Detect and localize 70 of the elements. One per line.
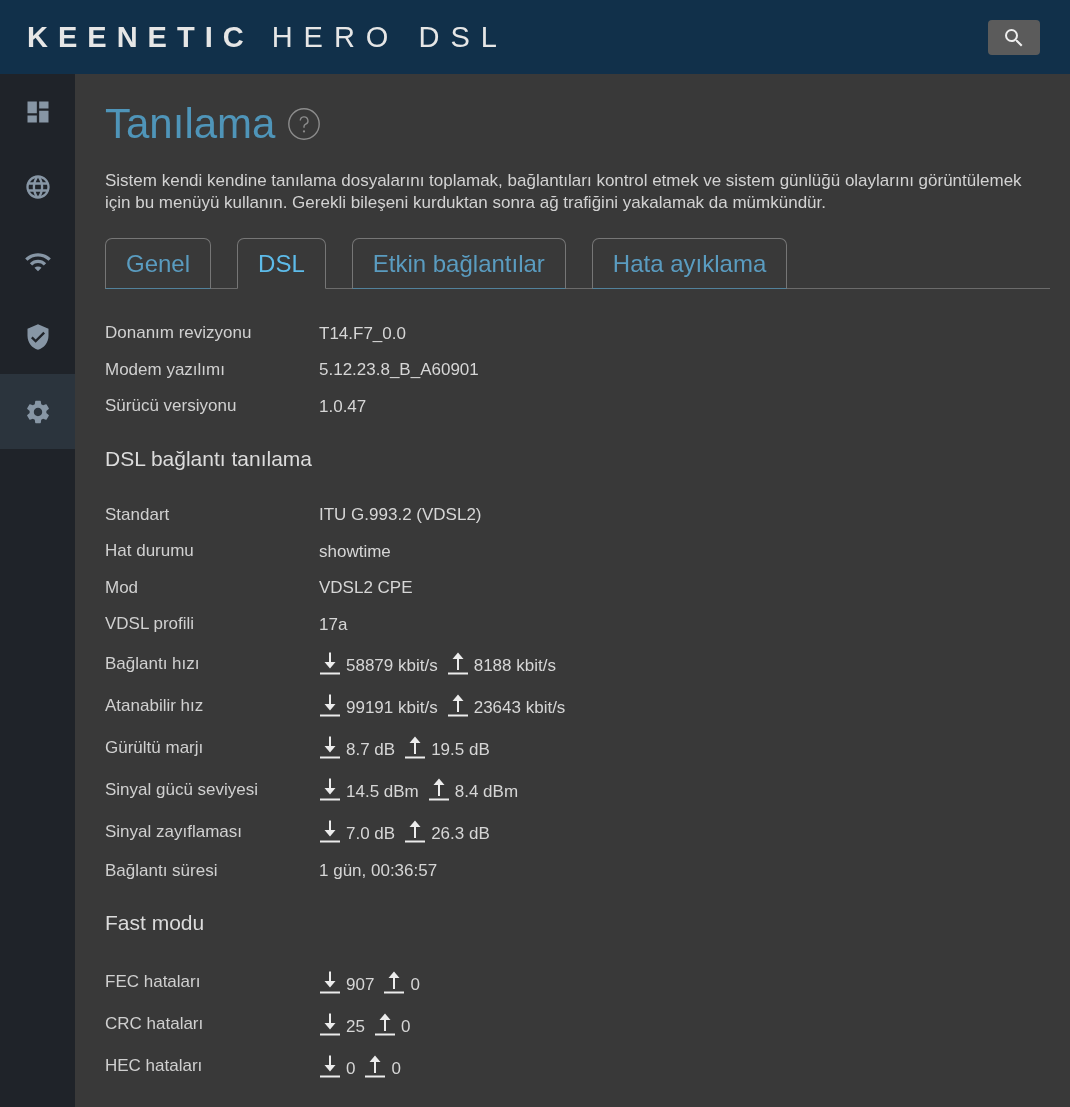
download-value: 907 — [346, 974, 375, 994]
row-label: Sinyal gücü seviyesi — [105, 779, 259, 800]
row-label: Standart — [105, 504, 170, 525]
download-value: 0 — [346, 1058, 356, 1078]
row-label: VDSL profili — [105, 614, 195, 635]
upload-value: 8188 kbit/s — [473, 656, 556, 675]
tab[interactable]: Hata ayıklama — [591, 238, 788, 289]
row-label: Atanabilir hız — [105, 695, 204, 716]
row-label: Mod — [105, 577, 139, 598]
upload-icon — [374, 1012, 395, 1036]
section-heading: Fast modu — [105, 910, 206, 936]
tab[interactable]: Genel — [105, 238, 212, 289]
download-icon — [320, 1012, 340, 1036]
row-label: Gürültü marjı — [105, 737, 204, 758]
row-value: 1.0.47 — [319, 396, 368, 416]
row-label: Hat durumu — [105, 541, 194, 562]
download-value: 14.5 dBm — [346, 782, 419, 801]
upload-value: 19.5 dB — [431, 740, 490, 759]
download-icon — [320, 778, 340, 801]
upload-icon — [384, 970, 405, 994]
row-label: Sinyal zayıflaması — [105, 821, 242, 842]
row-label: Bağlantı süresi — [105, 860, 218, 881]
row-value: 5.12.23.8_B_A60901 — [319, 360, 480, 380]
row-value: 1 gün, 00:36:57 — [319, 861, 439, 881]
download-value: 7.0 dB — [346, 824, 396, 843]
download-icon — [320, 694, 340, 717]
download-value: 58879 kbit/s — [346, 656, 438, 675]
row-value: ITU G.993.2 (VDSL2) — [319, 505, 483, 525]
row-value: 17a — [319, 614, 349, 634]
search-button[interactable] — [988, 20, 1040, 55]
row-label: Bağlantı hızı — [105, 653, 200, 674]
upload-icon — [365, 1054, 386, 1078]
upload-icon — [447, 694, 468, 717]
section-heading: DSL bağlantı tanılama — [105, 445, 314, 472]
upload-value: 0 — [391, 1058, 401, 1078]
upload-value: 8.4 dBm — [454, 782, 519, 801]
sidebar-item[interactable] — [0, 374, 75, 449]
download-icon — [320, 1054, 340, 1078]
row-label: Donanım revizyonu — [105, 323, 252, 344]
row-label: Modem yazılımı — [105, 359, 225, 380]
row-value: T14.F7_0.0 — [319, 323, 407, 343]
upload-icon — [447, 652, 468, 675]
download-icon — [320, 820, 340, 843]
download-value: 99191 kbit/s — [346, 698, 438, 717]
upload-value: 0 — [400, 1016, 411, 1036]
row-value: showtime — [319, 541, 392, 561]
row-label: FEC hataları — [105, 972, 201, 992]
row-value: VDSL2 CPE — [319, 578, 414, 598]
upload-value: 26.3 dB — [431, 824, 490, 843]
brand-logo: KEENETIC — [27, 20, 254, 54]
upload-icon — [428, 778, 449, 801]
upload-icon — [405, 736, 426, 759]
download-value: 8.7 dB — [346, 740, 396, 759]
tab[interactable]: Etkin bağlantılar — [351, 238, 566, 289]
row-label: Sürücü versiyonu — [105, 396, 237, 417]
download-icon — [320, 652, 340, 675]
upload-icon — [405, 820, 426, 843]
row-label: CRC hataları — [105, 1014, 204, 1034]
download-icon — [320, 736, 340, 759]
upload-value: 0 — [410, 974, 420, 994]
help-icon[interactable] — [288, 108, 321, 140]
globe-icon — [23, 172, 52, 201]
page-title: Tanılama — [105, 99, 276, 149]
model-name: HERO DSL — [271, 20, 508, 54]
download-icon — [320, 970, 340, 994]
upload-value: 23643 kbit/s — [473, 698, 566, 717]
download-value: 25 — [346, 1016, 365, 1036]
page-description: Sistem kendi kendine tanılama dosyalarını toplamak, bağlantıları kontrol etmek ve sistem günlüğü olaylarını görüntülemek için bu menüyü kullanın. Gerekli bileşeni kurduktan sonra ağ trafiğini yakalamak da mümkündür. — [105, 170, 1023, 214]
tab[interactable]: DSL — [237, 238, 326, 289]
row-label: HEC hataları — [105, 1056, 203, 1076]
